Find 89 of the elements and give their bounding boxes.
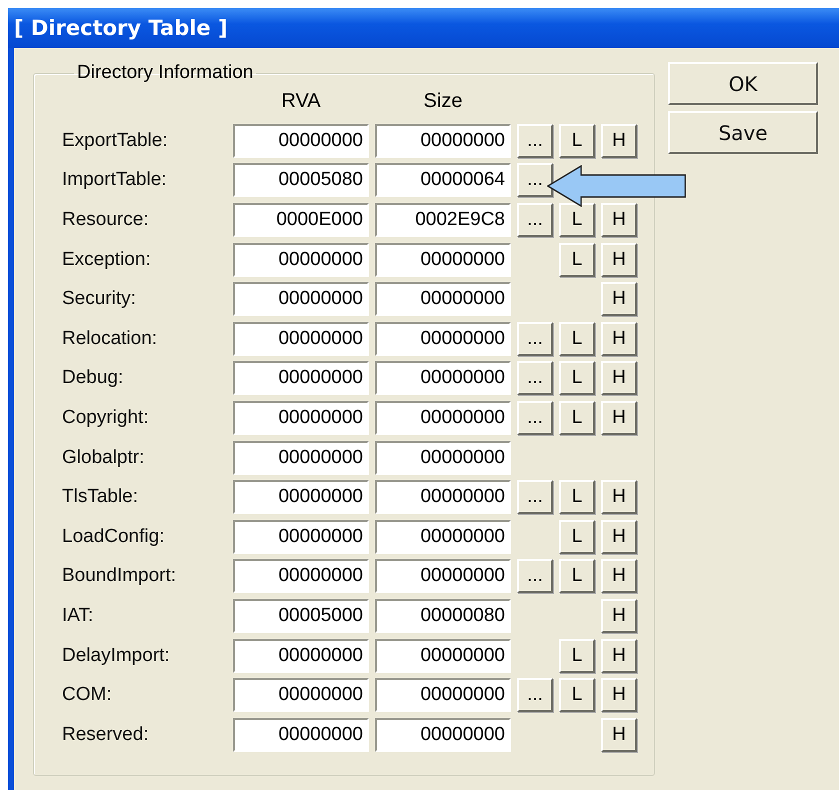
- rva-field[interactable]: 00000000: [233, 242, 369, 277]
- rva-field[interactable]: 00000000: [233, 440, 369, 475]
- row-label: BoundImport:: [62, 565, 178, 588]
- size-field[interactable]: 00000000: [375, 124, 511, 158]
- l-button[interactable]: L: [559, 124, 595, 158]
- rva-field[interactable]: 00000000: [233, 124, 369, 158]
- row-label: Relocation:: [62, 328, 158, 350]
- row-label: DelayImport:: [62, 644, 171, 667]
- size-field[interactable]: 00000000: [375, 242, 511, 277]
- l-button[interactable]: L: [559, 203, 595, 238]
- row-label: ExportTable:: [62, 130, 169, 152]
- h-button[interactable]: H: [601, 401, 637, 436]
- view-button[interactable]: ...: [517, 559, 553, 594]
- save-button[interactable]: Save: [668, 111, 818, 154]
- h-button[interactable]: H: [601, 203, 637, 238]
- row-label: Globalptr:: [62, 446, 146, 469]
- view-button[interactable]: ...: [517, 678, 553, 712]
- view-button[interactable]: ...: [517, 124, 553, 158]
- group-title: Directory Information: [76, 62, 254, 84]
- view-button[interactable]: ...: [517, 203, 553, 238]
- rva-field[interactable]: 00000000: [233, 678, 369, 712]
- size-field[interactable]: 00000000: [375, 361, 511, 396]
- h-button[interactable]: H: [601, 520, 637, 554]
- size-field[interactable]: 00000000: [375, 678, 511, 712]
- rva-field[interactable]: 00000000: [233, 559, 369, 594]
- ok-button[interactable]: OK: [668, 62, 818, 105]
- l-button[interactable]: L: [559, 638, 595, 673]
- size-field[interactable]: 00000080: [375, 599, 511, 634]
- row-label: TlsTable:: [62, 486, 140, 508]
- h-button[interactable]: H: [601, 599, 637, 634]
- view-button[interactable]: ...: [517, 322, 553, 356]
- row-label: Exception:: [62, 248, 152, 271]
- size-field[interactable]: 00000000: [375, 520, 511, 554]
- l-button[interactable]: L: [559, 520, 595, 554]
- size-field[interactable]: 00000000: [375, 322, 511, 356]
- row-label: COM:: [62, 684, 113, 706]
- arrow-icon: [547, 165, 687, 207]
- row-label: Reserved:: [62, 724, 150, 746]
- h-button[interactable]: H: [601, 361, 637, 396]
- size-field[interactable]: 0002E9C8: [375, 203, 511, 238]
- size-field[interactable]: 00000000: [375, 559, 511, 594]
- rva-field[interactable]: 00000000: [233, 718, 369, 752]
- size-field[interactable]: 00000000: [375, 718, 511, 752]
- row-label: Copyright:: [62, 407, 150, 430]
- h-button[interactable]: H: [601, 480, 637, 514]
- rva-field[interactable]: 00000000: [233, 282, 369, 316]
- h-button[interactable]: H: [601, 242, 637, 277]
- rva-field[interactable]: 00000000: [233, 322, 369, 356]
- size-field[interactable]: 00000000: [375, 638, 511, 673]
- l-button[interactable]: L: [559, 242, 595, 277]
- view-button[interactable]: ...: [517, 401, 553, 436]
- size-field[interactable]: 00000000: [375, 480, 511, 514]
- l-button[interactable]: L: [559, 678, 595, 712]
- l-button[interactable]: L: [559, 559, 595, 594]
- rva-field[interactable]: 00000000: [233, 401, 369, 436]
- row-label: Security:: [62, 288, 137, 310]
- rva-field[interactable]: 00000000: [233, 480, 369, 514]
- h-button[interactable]: H: [601, 322, 637, 356]
- row-label: Resource:: [62, 209, 150, 232]
- size-field[interactable]: 00000000: [375, 401, 511, 436]
- view-button[interactable]: ...: [517, 361, 553, 396]
- l-button[interactable]: L: [559, 480, 595, 514]
- column-header: Size: [422, 90, 464, 113]
- view-button[interactable]: ...: [517, 163, 553, 198]
- row-label: Debug:: [62, 367, 124, 390]
- l-button[interactable]: L: [559, 322, 595, 356]
- h-button[interactable]: H: [601, 678, 637, 712]
- l-button[interactable]: L: [559, 401, 595, 436]
- h-button[interactable]: H: [601, 124, 637, 158]
- h-button[interactable]: H: [601, 638, 637, 673]
- size-field[interactable]: 00000000: [375, 282, 511, 316]
- rva-field[interactable]: 00005000: [233, 599, 369, 634]
- rva-field[interactable]: 00000000: [233, 361, 369, 396]
- rva-field[interactable]: 00005080: [233, 163, 369, 198]
- view-button[interactable]: ...: [517, 480, 553, 514]
- column-header: RVA: [280, 90, 322, 113]
- row-label: LoadConfig:: [62, 526, 166, 548]
- row-label: IAT:: [62, 605, 94, 628]
- h-button[interactable]: H: [601, 282, 637, 316]
- h-button[interactable]: H: [601, 559, 637, 594]
- h-button[interactable]: H: [601, 718, 637, 752]
- size-field[interactable]: 00000000: [375, 440, 511, 475]
- rva-field[interactable]: 00000000: [233, 638, 369, 673]
- l-button[interactable]: L: [559, 361, 595, 396]
- rva-field[interactable]: 00000000: [233, 520, 369, 554]
- row-label: ImportTable:: [62, 169, 168, 192]
- window-title: [ Directory Table ]: [8, 8, 839, 48]
- rva-field[interactable]: 0000E000: [233, 203, 369, 238]
- size-field[interactable]: 00000064: [375, 163, 511, 198]
